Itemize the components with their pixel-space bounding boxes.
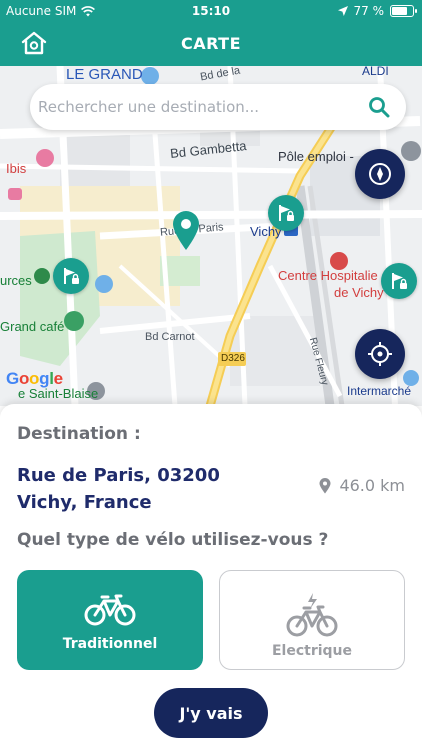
map-label-grand-cafe: Grand café — [0, 319, 65, 334]
distance-readout: 46.0 km — [319, 476, 405, 495]
map-label-le-grand: LE GRAND — [66, 66, 143, 83]
map-label-bd-carnot: Bd Carnot — [145, 331, 195, 343]
bike-option-electric[interactable]: Electrique — [219, 570, 405, 670]
battery-percent: 77 % — [353, 4, 385, 18]
search-input[interactable]: Rechercher une destination... — [38, 98, 259, 116]
electric-bicycle-icon — [286, 593, 338, 637]
station-marker[interactable] — [53, 258, 89, 294]
app-header: Aucune SIM 15:10 77 % CARTE — [0, 0, 422, 66]
map-label-aldi: ALDI — [362, 66, 389, 78]
map-label-pole-emploi: Pôle emploi - — [278, 149, 354, 164]
bike-option-traditional[interactable]: Traditionnel — [17, 570, 203, 670]
flag-lock-icon — [279, 205, 294, 221]
status-right: 77 % — [337, 4, 417, 18]
destination-address: Rue de Paris, 03200 Vichy, France — [17, 465, 220, 513]
page-title: CARTE — [180, 34, 242, 53]
map-view[interactable]: LE GRAND Bd de la ALDI Bd Gambetta Pôle … — [0, 66, 422, 406]
crosshair-icon — [368, 342, 392, 366]
station-marker[interactable] — [268, 195, 304, 231]
status-bar: Aucune SIM 15:10 77 % — [0, 0, 422, 22]
destination-pin-icon[interactable] — [172, 211, 200, 251]
battery-icon — [390, 5, 417, 17]
distance-value: 46.0 km — [339, 476, 405, 495]
destination-panel: Destination : Rue de Paris, 03200 Vichy,… — [0, 404, 422, 750]
google-logo: Google — [6, 369, 63, 388]
search-icon[interactable] — [368, 96, 390, 118]
bike-type-question: Quel type de vélo utilisez-vous ? — [17, 530, 329, 550]
location-pin-icon — [319, 477, 331, 493]
map-label-hospital-1: Centre Hospitalie — [278, 268, 378, 283]
map-label-intermarche: Intermarché — [347, 384, 412, 398]
go-button[interactable]: J'y vais — [154, 688, 268, 738]
compass-button[interactable] — [355, 149, 405, 199]
bike-option-label: Traditionnel — [62, 636, 158, 652]
flag-lock-icon — [392, 273, 407, 289]
map-label-sources: urces — [0, 273, 32, 288]
location-arrow-icon — [337, 6, 348, 16]
bicycle-icon — [84, 594, 136, 626]
map-label-d326: D326 — [221, 353, 245, 364]
battery-fill — [392, 7, 407, 15]
flag-lock-icon — [64, 268, 79, 284]
map-label-hospital-2: de Vichy — [334, 285, 384, 300]
destination-label: Destination : — [17, 424, 141, 444]
locate-me-button[interactable] — [355, 329, 405, 379]
map-label-ibis: Ibis — [6, 161, 27, 176]
station-marker[interactable] — [381, 263, 417, 299]
search-bar[interactable]: Rechercher une destination... — [30, 84, 406, 130]
bike-option-label: Electrique — [271, 643, 353, 659]
compass-icon — [369, 163, 391, 185]
